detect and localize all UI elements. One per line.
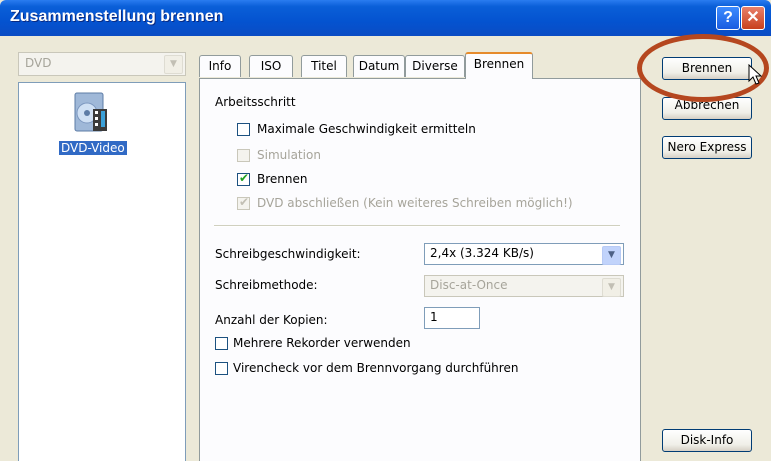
tab-titel[interactable]: Titel [301, 55, 347, 77]
max-speed-checkbox[interactable] [237, 123, 250, 136]
virus-check-checkbox[interactable] [215, 362, 228, 375]
burn-label: Brennen [257, 172, 308, 186]
simulation-checkbox [237, 149, 250, 162]
burn-tab-panel: Arbeitsschritt Maximale Geschwindigkeit … [199, 78, 641, 461]
tab-iso[interactable]: ISO [249, 55, 293, 77]
close-icon[interactable]: ✕ [741, 6, 765, 30]
multi-recorder-label: Mehrere Rekorder verwenden [233, 336, 411, 350]
tab-diverse[interactable]: Diverse [405, 55, 465, 77]
tab-brennen[interactable]: Brennen [465, 52, 533, 79]
max-speed-label: Maximale Geschwindigkeit ermitteln [257, 122, 476, 136]
finalize-checkbox: ✔ [237, 195, 250, 210]
disc-type-select[interactable]: DVD ▼ [18, 52, 186, 76]
burn-checkbox[interactable]: ✔ [237, 171, 250, 186]
disk-info-button[interactable]: Disk-Info [662, 429, 752, 452]
compilation-list[interactable]: DVD-Video [18, 82, 186, 461]
copies-label: Anzahl der Kopien: [215, 313, 328, 327]
virus-check-label: Virencheck vor dem Brennvorgang durchfüh… [233, 361, 519, 375]
section-title: Arbeitsschritt [215, 95, 296, 109]
list-item-label[interactable]: DVD-Video [58, 140, 128, 156]
help-icon[interactable]: ? [716, 6, 740, 30]
divider [214, 225, 620, 227]
write-method-select: Disc-at-Once ▼ [424, 275, 624, 297]
finalize-label: DVD abschließen (Kein weiteres Schreiben… [257, 196, 573, 210]
chevron-down-icon: ▼ [602, 278, 621, 297]
tab-datum[interactable]: Datum [353, 55, 405, 77]
copies-value: 1 [430, 310, 438, 324]
write-method-value: Disc-at-Once [430, 278, 508, 292]
copies-input[interactable]: 1 [424, 307, 480, 329]
write-speed-select[interactable]: 2,4x (3.324 KB/s) ▼ [424, 243, 624, 265]
nero-express-button[interactable]: Nero Express [662, 136, 752, 159]
title-bar[interactable]: Zusammenstellung brennen ? ✕ [0, 0, 771, 36]
window-title: Zusammenstellung brennen [10, 8, 224, 25]
write-speed-label: Schreibgeschwindigkeit: [215, 247, 361, 261]
checkmark-icon: ✔ [239, 195, 250, 209]
chevron-down-icon[interactable]: ▼ [602, 246, 621, 265]
tab-info[interactable]: Info [199, 55, 241, 77]
write-speed-value: 2,4x (3.324 KB/s) [430, 246, 534, 260]
dialog-window: Zusammenstellung brennen ? ✕ DVD ▼ DVD-V… [0, 0, 771, 461]
chevron-down-icon[interactable]: ▼ [164, 55, 183, 74]
simulation-label: Simulation [257, 148, 321, 162]
checkmark-icon: ✔ [239, 171, 250, 185]
multi-recorder-checkbox[interactable] [215, 337, 228, 350]
write-method-label: Schreibmethode: [215, 278, 318, 292]
mouse-cursor-icon [748, 64, 763, 85]
disc-type-value: DVD [25, 56, 52, 70]
dvd-video-icon[interactable] [71, 91, 111, 135]
